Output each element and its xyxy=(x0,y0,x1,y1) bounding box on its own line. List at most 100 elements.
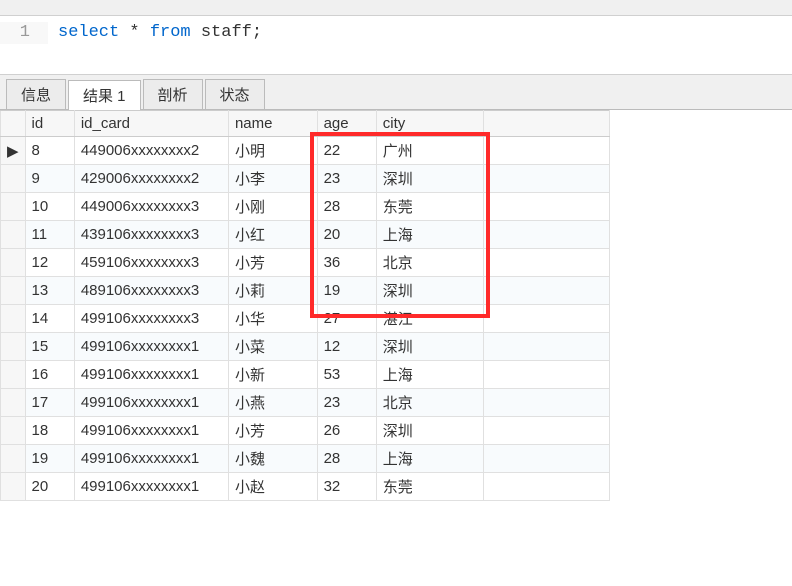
tab[interactable]: 结果 1 xyxy=(68,80,141,110)
table-row[interactable]: ▶8449006xxxxxxxx2小明22广州 xyxy=(1,137,610,165)
cell[interactable]: 上海 xyxy=(376,221,483,249)
column-header[interactable]: age xyxy=(317,111,376,137)
table-row[interactable]: 15499106xxxxxxxx1小菜12深圳 xyxy=(1,333,610,361)
cell[interactable]: 22 xyxy=(317,137,376,165)
column-header[interactable]: city xyxy=(376,111,483,137)
cell[interactable]: 湛江 xyxy=(376,305,483,333)
cell-filler xyxy=(484,193,610,221)
cell[interactable]: 小李 xyxy=(228,165,317,193)
table-row[interactable]: 16499106xxxxxxxx1小新53上海 xyxy=(1,361,610,389)
cell[interactable]: 小新 xyxy=(228,361,317,389)
cell[interactable]: 499106xxxxxxxx1 xyxy=(74,333,228,361)
cell[interactable]: 小赵 xyxy=(228,473,317,501)
cell[interactable]: 32 xyxy=(317,473,376,501)
cell[interactable]: 东莞 xyxy=(376,473,483,501)
cell[interactable]: 19 xyxy=(317,277,376,305)
cell[interactable]: 广州 xyxy=(376,137,483,165)
cell[interactable]: 深圳 xyxy=(376,417,483,445)
cell[interactable]: 429006xxxxxxxx2 xyxy=(74,165,228,193)
cell[interactable]: 449006xxxxxxxx3 xyxy=(74,193,228,221)
cell[interactable]: 23 xyxy=(317,165,376,193)
cell[interactable]: 小菜 xyxy=(228,333,317,361)
cell[interactable]: 8 xyxy=(25,137,74,165)
cell[interactable]: 14 xyxy=(25,305,74,333)
table-row[interactable]: 9429006xxxxxxxx2小李23深圳 xyxy=(1,165,610,193)
table-row[interactable]: 20499106xxxxxxxx1小赵32东莞 xyxy=(1,473,610,501)
cell[interactable]: 小刚 xyxy=(228,193,317,221)
cell[interactable]: 18 xyxy=(25,417,74,445)
cell[interactable]: 16 xyxy=(25,361,74,389)
cell[interactable]: 17 xyxy=(25,389,74,417)
column-header[interactable]: id_card xyxy=(74,111,228,137)
cell[interactable]: 28 xyxy=(317,445,376,473)
cell[interactable]: 439106xxxxxxxx3 xyxy=(74,221,228,249)
cell[interactable]: 小芳 xyxy=(228,417,317,445)
cell[interactable]: 9 xyxy=(25,165,74,193)
cell[interactable]: 上海 xyxy=(376,361,483,389)
cell[interactable]: 26 xyxy=(317,417,376,445)
table-row[interactable]: 18499106xxxxxxxx1小芳26深圳 xyxy=(1,417,610,445)
cell[interactable]: 36 xyxy=(317,249,376,277)
cell-filler xyxy=(484,361,610,389)
cell[interactable]: 489106xxxxxxxx3 xyxy=(74,277,228,305)
table-row[interactable]: 14499106xxxxxxxx3小华27湛江 xyxy=(1,305,610,333)
code-token: from xyxy=(150,23,191,42)
cell[interactable]: 27 xyxy=(317,305,376,333)
table-row[interactable]: 12459106xxxxxxxx3小芳36北京 xyxy=(1,249,610,277)
cell[interactable]: 20 xyxy=(317,221,376,249)
table-row[interactable]: 19499106xxxxxxxx1小魏28上海 xyxy=(1,445,610,473)
cell[interactable]: 23 xyxy=(317,389,376,417)
cell[interactable]: 小明 xyxy=(228,137,317,165)
cell[interactable]: 小芳 xyxy=(228,249,317,277)
cell[interactable]: 12 xyxy=(25,249,74,277)
column-header[interactable]: id xyxy=(25,111,74,137)
cell[interactable]: 449006xxxxxxxx2 xyxy=(74,137,228,165)
cell[interactable]: 19 xyxy=(25,445,74,473)
cell[interactable]: 小莉 xyxy=(228,277,317,305)
table-row[interactable]: 11439106xxxxxxxx3小红20上海 xyxy=(1,221,610,249)
results-grid[interactable]: idid_cardnameagecity ▶8449006xxxxxxxx2小明… xyxy=(0,110,792,501)
cell[interactable]: 20 xyxy=(25,473,74,501)
table-row[interactable]: 17499106xxxxxxxx1小燕23北京 xyxy=(1,389,610,417)
cell[interactable]: 东莞 xyxy=(376,193,483,221)
cell[interactable]: 499106xxxxxxxx1 xyxy=(74,445,228,473)
row-marker xyxy=(1,333,26,361)
column-header[interactable]: name xyxy=(228,111,317,137)
table-row[interactable]: 10449006xxxxxxxx3小刚28东莞 xyxy=(1,193,610,221)
cell[interactable]: 499106xxxxxxxx3 xyxy=(74,305,228,333)
cell[interactable]: 小魏 xyxy=(228,445,317,473)
cell-filler xyxy=(484,389,610,417)
sql-code-line[interactable]: select * from staff; xyxy=(48,22,262,44)
table-row[interactable]: 13489106xxxxxxxx3小莉19深圳 xyxy=(1,277,610,305)
tab[interactable]: 状态 xyxy=(205,79,265,109)
cell[interactable]: 15 xyxy=(25,333,74,361)
cell[interactable]: 小华 xyxy=(228,305,317,333)
cell[interactable]: 499106xxxxxxxx1 xyxy=(74,417,228,445)
cell[interactable]: 499106xxxxxxxx1 xyxy=(74,361,228,389)
cell[interactable]: 深圳 xyxy=(376,165,483,193)
cell[interactable]: 上海 xyxy=(376,445,483,473)
cell[interactable]: 10 xyxy=(25,193,74,221)
cell[interactable]: 深圳 xyxy=(376,277,483,305)
code-token: staff xyxy=(191,23,252,42)
code-token: select xyxy=(58,23,119,42)
cell-filler xyxy=(484,165,610,193)
cell[interactable]: 11 xyxy=(25,221,74,249)
cell[interactable]: 13 xyxy=(25,277,74,305)
cell[interactable]: 深圳 xyxy=(376,333,483,361)
cell[interactable]: 12 xyxy=(317,333,376,361)
cell[interactable]: 53 xyxy=(317,361,376,389)
cell[interactable]: 459106xxxxxxxx3 xyxy=(74,249,228,277)
cell[interactable]: 北京 xyxy=(376,249,483,277)
cell[interactable]: 499106xxxxxxxx1 xyxy=(74,389,228,417)
cell[interactable]: 小红 xyxy=(228,221,317,249)
results-table[interactable]: idid_cardnameagecity ▶8449006xxxxxxxx2小明… xyxy=(0,110,610,501)
cell[interactable]: 499106xxxxxxxx1 xyxy=(74,473,228,501)
sql-editor[interactable]: 1 select * from staff; xyxy=(0,16,792,75)
tab[interactable]: 剖析 xyxy=(143,79,203,109)
tab[interactable]: 信息 xyxy=(6,79,66,109)
cell[interactable]: 28 xyxy=(317,193,376,221)
cell-filler xyxy=(484,221,610,249)
cell[interactable]: 北京 xyxy=(376,389,483,417)
cell[interactable]: 小燕 xyxy=(228,389,317,417)
